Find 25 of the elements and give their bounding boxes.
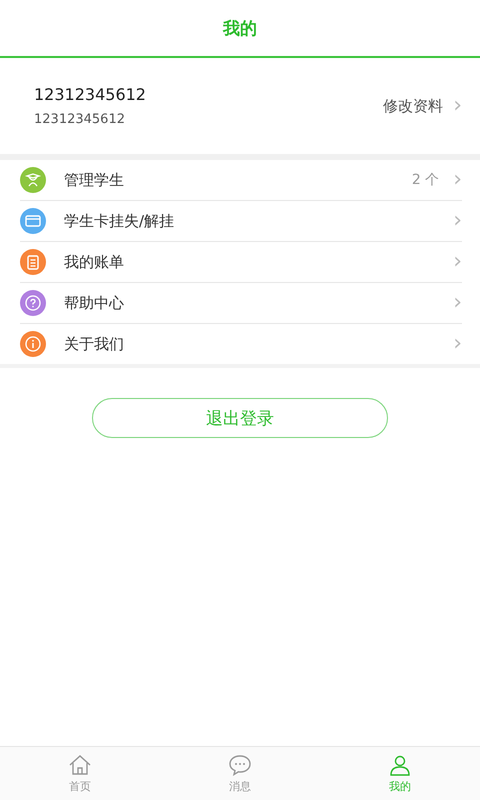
student-count: 2 个 xyxy=(412,171,440,189)
menu-label: 关于我们 xyxy=(64,334,125,354)
menu-item[interactable]: 管理学生 2 个 › xyxy=(20,160,462,200)
home-icon xyxy=(68,753,92,777)
chevron-icon: › xyxy=(453,251,462,273)
menu-item[interactable]: 关于我们 › xyxy=(20,323,462,364)
chevron-icon: › xyxy=(453,333,462,355)
menu-label: 帮助中心 xyxy=(64,294,125,312)
menu-item[interactable]: 我的账单 › xyxy=(20,241,462,282)
person-icon xyxy=(388,753,412,777)
menu-item[interactable]: 帮助中心 › xyxy=(20,282,462,323)
page-title: 我的 xyxy=(223,18,257,40)
menu-label: 管理学生 xyxy=(64,170,125,190)
menu-label: 学生卡挂失/解挂 xyxy=(64,212,176,230)
chevron-icon: › xyxy=(453,210,462,232)
chevron-icon: › xyxy=(453,169,462,191)
chat-bubble-icon xyxy=(228,753,252,777)
edit-profile-link[interactable]: 修改资料 xyxy=(383,96,444,116)
chevron-icon: › xyxy=(453,95,462,117)
menu-item[interactable]: 学生卡挂失/解挂 › xyxy=(20,200,462,241)
menu-label: 我的账单 xyxy=(64,252,125,272)
user-name: 12312345612 xyxy=(34,85,147,104)
chevron-icon: › xyxy=(453,292,462,314)
user-phone: 12312345612 xyxy=(34,112,126,127)
profile-card[interactable]: 12312345612 12312345612 修改资料 › xyxy=(0,58,480,160)
